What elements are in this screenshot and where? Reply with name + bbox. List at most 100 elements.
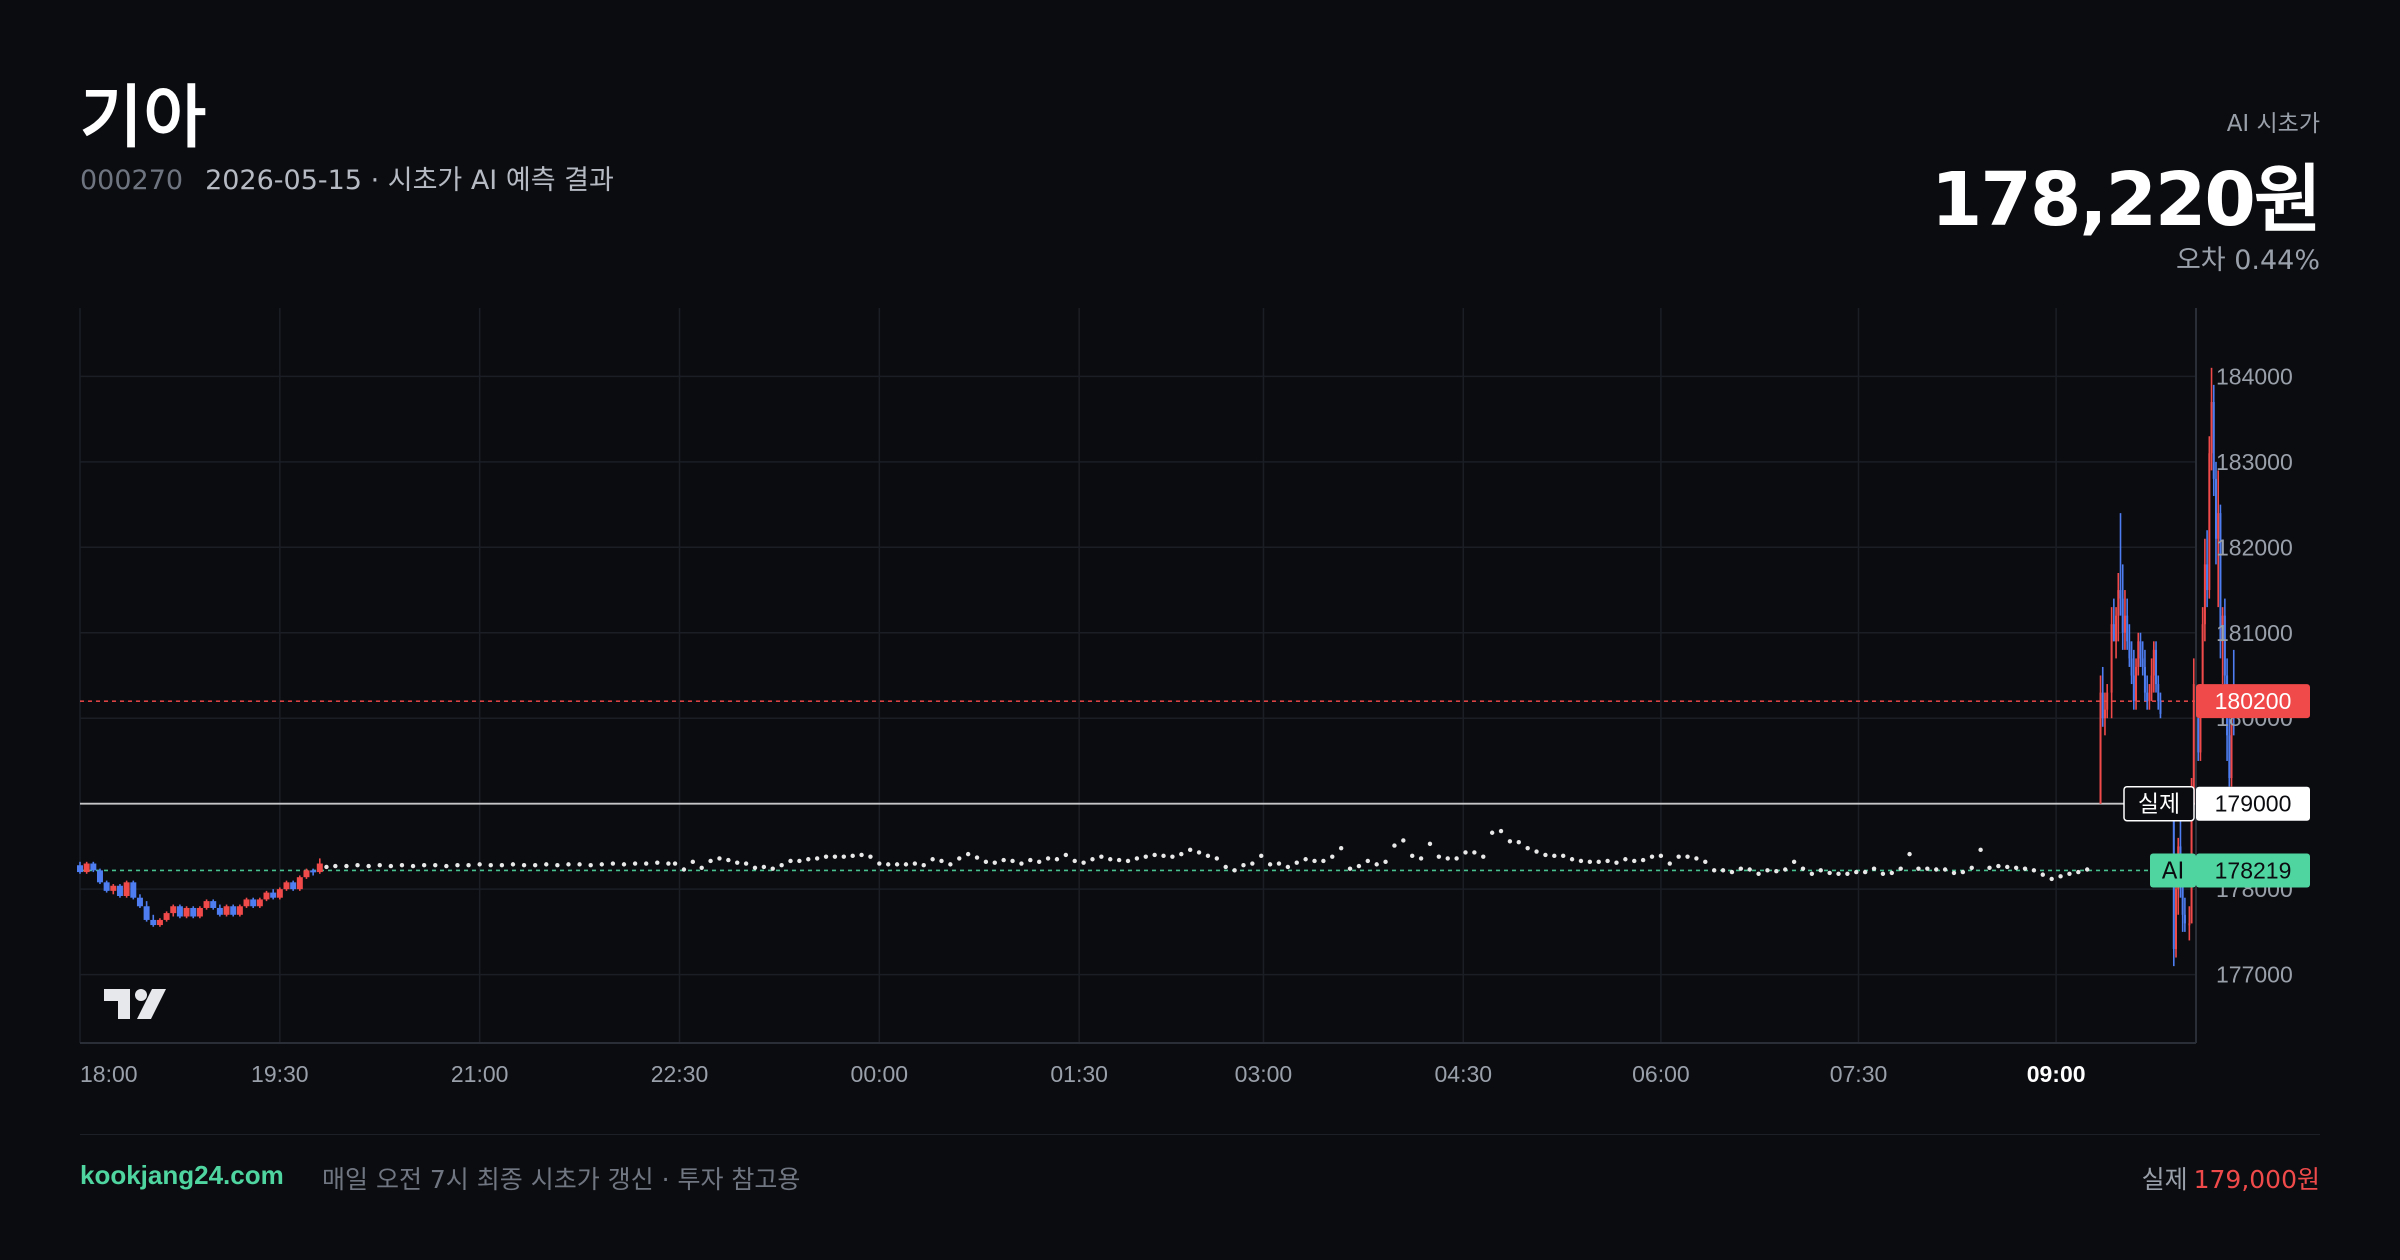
- data-point: [1703, 859, 1708, 865]
- data-point: [510, 862, 516, 867]
- data-point: [699, 865, 704, 870]
- x-tick-label: 06:00: [1632, 1061, 1690, 1087]
- data-point: [1756, 871, 1761, 876]
- x-tick-label: 07:30: [1830, 1061, 1888, 1087]
- candle-body: [250, 899, 257, 907]
- data-point: [1267, 862, 1273, 867]
- candle-body: [96, 870, 103, 883]
- candle-body: [176, 906, 183, 917]
- data-point: [1685, 854, 1690, 859]
- data-point: [1898, 866, 1903, 871]
- candle-body: [223, 906, 230, 915]
- site-link[interactable]: kookjang24.com: [80, 1160, 284, 1191]
- data-point: [2013, 865, 2019, 870]
- data-point: [939, 858, 944, 864]
- candle-body: [2148, 692, 2151, 702]
- candle-body: [136, 897, 143, 907]
- data-point: [1791, 859, 1797, 865]
- candle-body: [2206, 564, 2209, 591]
- data-point: [681, 867, 687, 872]
- data-point: [1640, 857, 1646, 863]
- data-point: [1525, 845, 1530, 851]
- data-point: [797, 858, 802, 864]
- x-tick-label: 01:30: [1050, 1061, 1108, 1087]
- candle-body: [236, 906, 243, 915]
- candle-body: [310, 870, 317, 873]
- data-point: [1489, 830, 1495, 835]
- data-point: [1241, 863, 1246, 868]
- data-point: [433, 863, 438, 868]
- candle-body: [170, 906, 177, 914]
- data-point: [1010, 858, 1015, 864]
- candle-body: [2155, 649, 2158, 685]
- x-tick-label: 19:30: [251, 1061, 309, 1087]
- candle-body: [2192, 684, 2195, 804]
- candle-body: [90, 863, 97, 871]
- data-point: [1711, 868, 1717, 873]
- x-tick-label: 00:00: [851, 1061, 909, 1087]
- data-point: [868, 854, 873, 859]
- price-chart[interactable]: 1770001780001790001800001810001820001830…: [0, 0, 2400, 1260]
- x-tick-label: 22:30: [651, 1061, 709, 1087]
- data-point: [1978, 847, 1983, 853]
- candle-body: [2106, 692, 2109, 710]
- candle-body: [283, 882, 290, 890]
- candle-body: [2130, 658, 2133, 676]
- candle-body: [2210, 402, 2213, 454]
- candle-body: [2126, 615, 2129, 642]
- actual-price-label: 179000: [2215, 791, 2292, 817]
- data-point: [850, 853, 855, 859]
- candle-body: [2201, 624, 2204, 693]
- data-point: [444, 863, 449, 869]
- data-point: [655, 860, 660, 865]
- data-point: [1925, 866, 1930, 871]
- data-point: [466, 863, 471, 868]
- data-point: [743, 861, 749, 866]
- data-point: [1676, 854, 1681, 859]
- candle-body: [2208, 453, 2211, 591]
- data-point: [1347, 866, 1353, 871]
- data-point: [2040, 872, 2045, 877]
- data-point: [912, 861, 918, 866]
- candle-body: [2159, 701, 2162, 714]
- data-point: [779, 863, 784, 868]
- candle-body: [2112, 624, 2115, 642]
- data-point: [1658, 853, 1664, 859]
- candle-body: [2183, 914, 2186, 924]
- candle-body: [2175, 889, 2178, 949]
- y-tick-label: 177000: [2216, 962, 2293, 988]
- candle-body: [190, 907, 197, 917]
- data-point: [1276, 861, 1282, 866]
- candle-body: [183, 907, 190, 917]
- data-point: [1090, 857, 1095, 862]
- data-point: [921, 863, 926, 868]
- data-point: [1569, 857, 1575, 862]
- data-point: [1116, 857, 1122, 863]
- data-point: [1330, 854, 1335, 859]
- candle-body: [2132, 675, 2135, 702]
- candle-body: [2143, 666, 2146, 693]
- data-point: [1001, 857, 1006, 863]
- data-point: [992, 860, 997, 865]
- x-tick-label: 21:00: [451, 1061, 509, 1087]
- data-point: [903, 862, 909, 867]
- candle-body: [123, 882, 130, 896]
- data-point: [421, 863, 427, 868]
- data-point: [974, 855, 980, 860]
- data-point: [544, 862, 549, 867]
- data-point: [355, 863, 360, 868]
- data-point: [1916, 866, 1921, 871]
- tradingview-logo[interactable]: [104, 989, 166, 1019]
- data-point: [1854, 869, 1859, 875]
- data-point: [1747, 867, 1752, 872]
- data-point: [1108, 857, 1113, 862]
- candle-body: [316, 863, 323, 873]
- data-point: [1596, 859, 1601, 865]
- data-point: [1809, 871, 1815, 876]
- data-point: [1960, 869, 1966, 875]
- data-point: [477, 862, 482, 867]
- data-point: [1907, 851, 1912, 857]
- data-point: [1578, 858, 1584, 864]
- data-point: [1045, 856, 1051, 861]
- data-point: [1427, 841, 1433, 847]
